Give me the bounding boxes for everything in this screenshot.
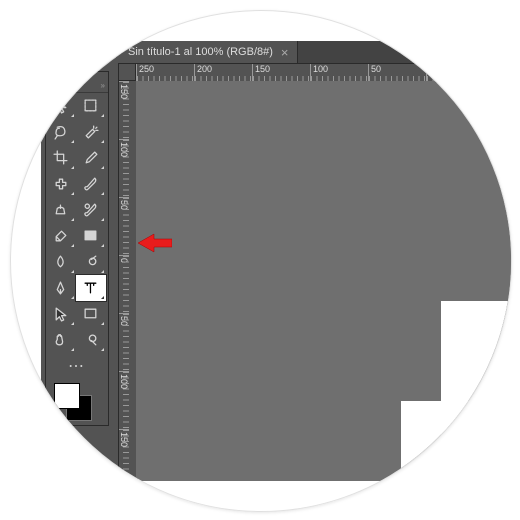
ruler-tick: 100: [119, 139, 129, 197]
ruler-tick: 150: [119, 81, 129, 139]
move-tool[interactable]: [46, 93, 76, 119]
color-swatches[interactable]: [46, 379, 106, 425]
dodge-tool[interactable]: [76, 249, 106, 275]
tools-panel: » ⋯: [45, 71, 109, 426]
pen-tool[interactable]: [46, 275, 76, 301]
crop-tool[interactable]: [46, 145, 76, 171]
crop-gap: [401, 401, 511, 511]
marquee-tool[interactable]: [76, 93, 106, 119]
healing-brush-tool[interactable]: [46, 171, 76, 197]
eraser-tool[interactable]: [46, 223, 76, 249]
horizontal-ruler[interactable]: 250200150100500: [136, 63, 511, 83]
document-tab[interactable]: Sin título-1 al 100% (RGB/8#) ×: [116, 41, 298, 63]
vertical-ruler[interactable]: 15010050050100150200: [118, 81, 138, 481]
ruler-tick: 50: [119, 313, 129, 371]
ruler-tick: 100: [310, 64, 368, 82]
zoom-tool[interactable]: [76, 327, 106, 353]
ruler-tick: 0: [119, 255, 129, 313]
more-tools[interactable]: ⋯: [46, 353, 106, 379]
ruler-tick: 200: [119, 487, 129, 512]
ruler-tick: 200: [194, 64, 252, 82]
collapse-icon[interactable]: »: [46, 82, 108, 93]
gradient-tool[interactable]: [76, 223, 106, 249]
ruler-tick: 250: [136, 64, 194, 82]
ruler-tick: 50: [119, 197, 129, 255]
ruler-origin[interactable]: [118, 63, 136, 81]
path-selection-tool[interactable]: [46, 301, 76, 327]
circular-crop: Sin título-1 al 100% (RGB/8#) × 25020015…: [10, 10, 512, 512]
clone-stamp-tool[interactable]: [46, 197, 76, 223]
panel-grip[interactable]: [46, 72, 108, 82]
lasso-tool[interactable]: [46, 119, 76, 145]
document-tab-bar: Sin título-1 al 100% (RGB/8#) ×: [116, 41, 511, 63]
ruler-tick: 50: [368, 64, 426, 82]
ruler-tick: 100: [119, 371, 129, 429]
foreground-color-swatch[interactable]: [54, 383, 80, 409]
close-icon[interactable]: ×: [281, 45, 289, 60]
tab-title: Sin título-1 al 100% (RGB/8#): [128, 46, 273, 58]
hand-tool[interactable]: [46, 327, 76, 353]
eyedropper-tool[interactable]: [76, 145, 106, 171]
ruler-tick: 150: [119, 429, 129, 487]
ruler-tick: 0: [426, 64, 484, 82]
type-tool[interactable]: [76, 275, 106, 301]
rectangle-tool[interactable]: [76, 301, 106, 327]
magic-wand-tool[interactable]: [76, 119, 106, 145]
blur-tool[interactable]: [46, 249, 76, 275]
history-brush-tool[interactable]: [76, 197, 106, 223]
brush-tool[interactable]: [76, 171, 106, 197]
ruler-tick: 150: [252, 64, 310, 82]
